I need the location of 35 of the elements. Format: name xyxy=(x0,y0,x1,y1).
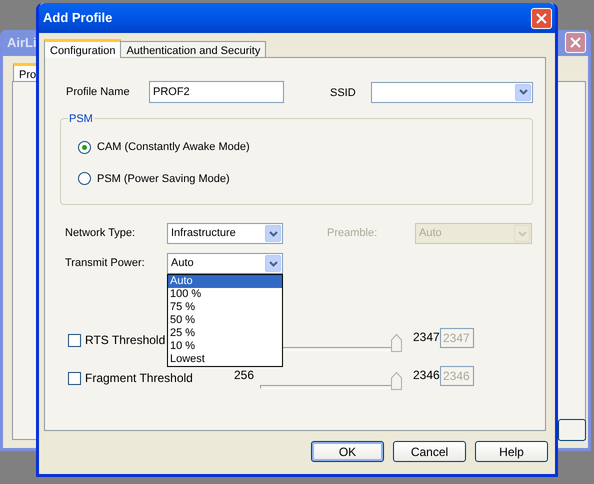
dropdown-option[interactable]: Auto xyxy=(168,275,282,288)
dropdown-option[interactable]: 50 % xyxy=(168,314,282,327)
dropdown-option[interactable]: 100 % xyxy=(168,288,282,301)
field-label: SSID xyxy=(330,86,357,101)
button[interactable] xyxy=(558,419,586,441)
radio-label: CAM (Constantly Awake Mode) xyxy=(97,140,250,155)
dropdown[interactable] xyxy=(371,82,533,102)
field-label: Network Type: xyxy=(65,226,136,242)
tab[interactable]: Configuration xyxy=(44,39,122,58)
radio-label: PSM (Power Saving Mode) xyxy=(97,172,230,186)
dialog-button[interactable]: Help xyxy=(475,441,548,462)
field-label: Preamble: xyxy=(327,226,378,242)
dropdown[interactable]: Infrastructure xyxy=(167,223,283,244)
dropdown-option[interactable]: 10 % xyxy=(168,340,282,353)
tab[interactable]: Authentication and Security xyxy=(120,41,266,58)
dropdown-option[interactable]: 75 % xyxy=(168,301,282,314)
text-field[interactable]: PROF2 xyxy=(149,81,284,103)
slider-value: 2347 xyxy=(413,329,440,346)
dropdown[interactable]: Auto xyxy=(167,253,283,274)
checkbox-label: Fragment Threshold xyxy=(85,370,193,387)
window-title: AirLi xyxy=(7,34,37,52)
dropdown-option[interactable]: 25 % xyxy=(168,327,282,340)
checkbox-label: RTS Threshold xyxy=(85,332,166,349)
window-title: Add Profile xyxy=(43,9,112,28)
slider-value: 2346 xyxy=(413,367,440,384)
dialog-button[interactable]: OK xyxy=(311,441,384,462)
field-label: Profile Name xyxy=(66,84,131,100)
close-icon[interactable] xyxy=(531,8,552,29)
dropdown-option[interactable]: Lowest xyxy=(168,353,282,366)
close-icon[interactable] xyxy=(565,32,586,53)
radio-button[interactable] xyxy=(78,140,91,154)
radio-button[interactable] xyxy=(78,172,91,186)
dialog-button[interactable]: Cancel xyxy=(393,441,466,462)
field-label: Transmit Power: xyxy=(65,256,146,271)
slider-min-label: 256 xyxy=(234,368,254,382)
